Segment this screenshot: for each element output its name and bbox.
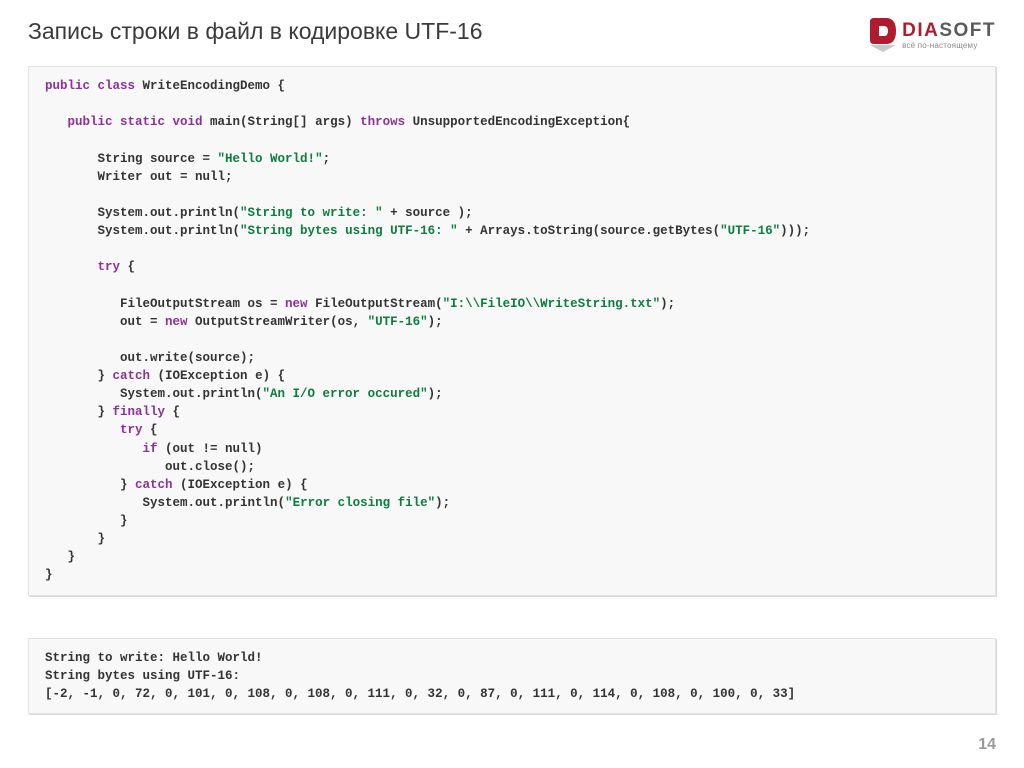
code-block: public class WriteEncodingDemo { public …: [28, 66, 996, 596]
slide-title: Запись строки в файл в кодировке UTF-16: [28, 18, 483, 45]
logo-icon: [868, 18, 896, 52]
logo-text: DIASOFT всё по-настоящему: [902, 21, 996, 50]
output-content: String to write: Hello World! String byt…: [45, 649, 979, 703]
logo: DIASOFT всё по-настоящему: [868, 18, 996, 52]
logo-tagline: всё по-настоящему: [902, 42, 996, 50]
logo-wordmark: DIASOFT: [902, 21, 996, 40]
page-number: 14: [978, 736, 996, 754]
output-block: String to write: Hello World! String byt…: [28, 638, 996, 714]
code-content: public class WriteEncodingDemo { public …: [45, 77, 979, 585]
slide-header: Запись строки в файл в кодировке UTF-16 …: [0, 0, 1024, 62]
